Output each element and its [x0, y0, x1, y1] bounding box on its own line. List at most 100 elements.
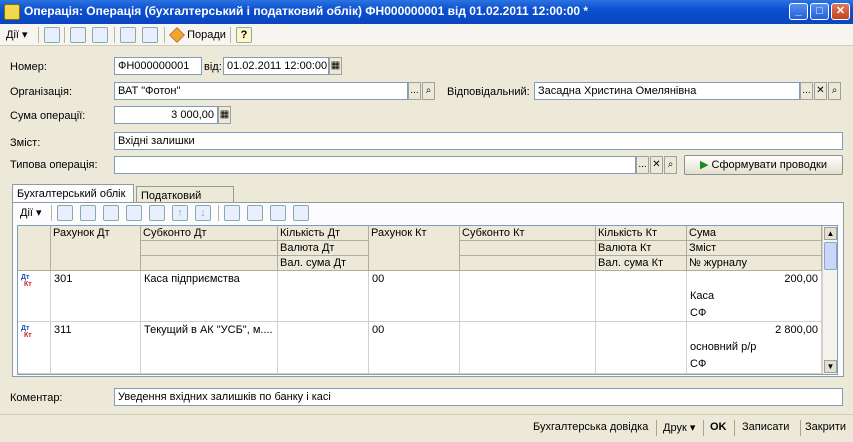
- header-currency-dt[interactable]: Валюта Дт: [278, 241, 369, 256]
- scroll-up-icon[interactable]: ▲: [824, 227, 837, 240]
- help-icon[interactable]: ?: [236, 27, 252, 43]
- refresh-icon[interactable]: [70, 27, 86, 43]
- cell-content[interactable]: основний р/р: [687, 339, 822, 356]
- clear-icon[interactable]: ✕: [650, 156, 663, 174]
- header-subconto-dt[interactable]: Субконто Дт: [141, 226, 278, 241]
- cell-qty-kt[interactable]: [596, 271, 687, 322]
- scroll-down-icon[interactable]: ▼: [824, 360, 837, 373]
- header-subconto-kt[interactable]: Субконто Кт: [460, 226, 596, 241]
- print-button[interactable]: Друк ▾: [663, 421, 695, 434]
- table-row[interactable]: Дт Кт: [18, 322, 51, 374]
- preview-icon[interactable]: [120, 27, 136, 43]
- move-down-icon[interactable]: ↓: [195, 205, 211, 221]
- header-journal-no[interactable]: № журналу: [687, 256, 822, 271]
- typical-operation-label: Типова операція:: [10, 159, 98, 171]
- cell-account-dt[interactable]: 311: [51, 322, 141, 374]
- cell-sum[interactable]: 200,00: [687, 271, 822, 288]
- typical-operation-field[interactable]: [114, 156, 636, 174]
- save-button[interactable]: Записати: [742, 421, 789, 433]
- grid-actions-label: Дії: [20, 207, 33, 219]
- prev-icon[interactable]: [44, 27, 60, 43]
- header-account-kt[interactable]: Рахунок Кт: [369, 226, 460, 271]
- move-up-icon[interactable]: ↑: [172, 205, 188, 221]
- minimize-button[interactable]: _: [789, 3, 808, 20]
- ellipsis-button[interactable]: ...: [636, 156, 649, 174]
- entries-grid[interactable]: Рахунок Дт Субконто Дт Кількість Дт Валю…: [17, 225, 838, 375]
- header-qty-dt[interactable]: Кількість Дт: [278, 226, 369, 241]
- filter-icon[interactable]: [270, 205, 286, 221]
- ellipsis-button[interactable]: ...: [408, 82, 421, 100]
- close-window-button[interactable]: ✕: [831, 3, 850, 20]
- grid-scrollbar[interactable]: ▲ ▼: [822, 226, 837, 374]
- ellipsis-button[interactable]: ...: [800, 82, 813, 100]
- calculator-icon[interactable]: ▦: [218, 106, 231, 124]
- tab-tax[interactable]: Податковий облік: [136, 186, 234, 214]
- search-icon[interactable]: ⌕: [664, 156, 677, 174]
- recalc-icon[interactable]: [224, 205, 240, 221]
- cell-journal-no[interactable]: СФ: [687, 305, 822, 322]
- cell-account-dt[interactable]: 301: [51, 271, 141, 322]
- header-cur-amount-kt[interactable]: Вал. сума Кт: [596, 256, 687, 271]
- header-blank: [141, 241, 278, 256]
- search-icon[interactable]: ⌕: [422, 82, 435, 100]
- fill-icon[interactable]: [247, 205, 263, 221]
- cell-subconto-kt[interactable]: [460, 271, 596, 322]
- cell-account-kt[interactable]: 00: [369, 271, 460, 322]
- end-edit-icon[interactable]: [149, 205, 165, 221]
- toolbar-separator: [64, 27, 65, 43]
- cell-content[interactable]: Каса: [687, 288, 822, 305]
- tab-accounting[interactable]: Бухгалтерський облік: [12, 184, 134, 203]
- table-row[interactable]: Дт Кт: [18, 271, 51, 322]
- header-qty-kt[interactable]: Кількість Кт: [596, 226, 687, 241]
- cell-qty-kt[interactable]: [596, 322, 687, 374]
- header-account-dt[interactable]: Рахунок Дт: [51, 226, 141, 271]
- toolbar-separator: [114, 27, 115, 43]
- cell-subconto-dt[interactable]: Каса підприємства: [141, 271, 278, 322]
- responsible-field[interactable]: Засадна Христина Омелянівна: [534, 82, 800, 100]
- amount-field[interactable]: 3 000,00: [114, 106, 218, 124]
- scroll-thumb[interactable]: [824, 242, 837, 270]
- document-icon[interactable]: [142, 27, 158, 43]
- cell-sum[interactable]: 2 800,00: [687, 322, 822, 339]
- grid-actions-menu[interactable]: Дії ▾: [20, 206, 42, 219]
- maximize-button[interactable]: □: [810, 3, 829, 20]
- date-label: від:: [204, 61, 222, 73]
- delete-row-icon[interactable]: [126, 205, 142, 221]
- organization-field[interactable]: ВАТ "Фотон": [114, 82, 408, 100]
- edit-row-icon[interactable]: [103, 205, 119, 221]
- header-sum[interactable]: Сума: [687, 226, 822, 241]
- date-field[interactable]: 01.02.2011 12:00:00: [223, 57, 329, 75]
- exchange-icon[interactable]: [92, 27, 108, 43]
- number-field[interactable]: ФН000000001: [114, 57, 202, 75]
- grid-header-icon: [18, 226, 51, 271]
- calendar-icon[interactable]: ▦: [329, 57, 342, 75]
- content-field[interactable]: Вхідні залишки: [114, 132, 843, 150]
- search-icon[interactable]: ⌕: [828, 82, 841, 100]
- header-cur-amount-dt[interactable]: Вал. сума Дт: [278, 256, 369, 271]
- cell-journal-no[interactable]: СФ: [687, 356, 822, 374]
- main-toolbar: Дії ▾ Поради ?: [0, 24, 853, 46]
- header-content[interactable]: Зміст: [687, 241, 822, 256]
- actions-menu[interactable]: Дії ▾: [6, 27, 28, 43]
- comment-field[interactable]: Уведення вхідних залишків по банку і кас…: [114, 388, 843, 406]
- cell-qty-dt[interactable]: [278, 271, 369, 322]
- responsible-label: Відповідальний:: [447, 86, 530, 98]
- comment-label: Коментар:: [10, 392, 63, 404]
- settings-icon[interactable]: [293, 205, 309, 221]
- add-row-icon[interactable]: [57, 205, 73, 221]
- cell-subconto-kt[interactable]: [460, 322, 596, 374]
- ok-button[interactable]: OK: [710, 421, 727, 433]
- cell-subconto-dt[interactable]: Текущий в АК "УСБ", м....: [141, 322, 278, 374]
- print-label: Друк: [663, 422, 687, 434]
- close-button[interactable]: Закрити: [805, 421, 846, 433]
- generate-entries-button[interactable]: ▶ Сформувати проводки: [684, 155, 843, 175]
- window-title: Операція: Операція (бухгалтерський і под…: [24, 4, 589, 18]
- copy-row-icon[interactable]: [80, 205, 96, 221]
- clear-icon[interactable]: ✕: [814, 82, 827, 100]
- header-currency-kt[interactable]: Валюта Кт: [596, 241, 687, 256]
- cell-qty-dt[interactable]: [278, 322, 369, 374]
- accounting-report-button[interactable]: Бухгалтерська довідка: [533, 421, 648, 433]
- cell-account-kt[interactable]: 00: [369, 322, 460, 374]
- chevron-down-icon: ▾: [22, 29, 28, 41]
- tips-button[interactable]: Поради: [169, 27, 226, 44]
